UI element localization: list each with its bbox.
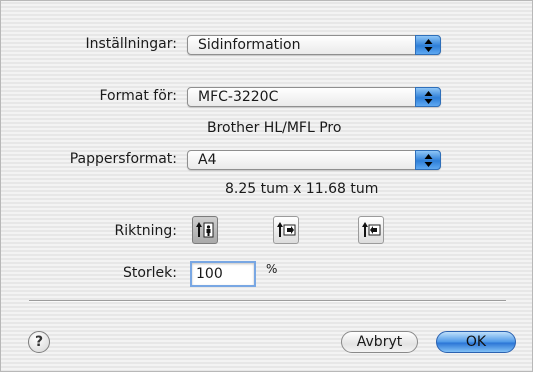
- settings-label: Inställningar:: [85, 36, 177, 52]
- paper-size-value: A4: [198, 152, 217, 168]
- scale-label: Storlek:: [122, 265, 177, 281]
- orientation-label: Riktning:: [114, 223, 177, 239]
- format-for-popup[interactable]: MFC-3220C: [187, 87, 441, 107]
- landscape-orientation-icon: [277, 222, 296, 237]
- ok-button[interactable]: OK: [436, 331, 516, 353]
- page-setup-dialog: Inställningar: Sidinformation Format för…: [0, 0, 533, 372]
- paper-dimensions: 8.25 tum x 11.68 tum: [225, 181, 379, 197]
- divider: [29, 300, 506, 302]
- scale-unit: %: [266, 262, 278, 276]
- orientation-landscape-reversed-button[interactable]: [358, 216, 384, 244]
- paper-size-popup[interactable]: A4: [187, 150, 441, 170]
- orientation-portrait-button[interactable]: [192, 216, 218, 244]
- scale-field[interactable]: [190, 261, 256, 287]
- format-for-label: Format för:: [99, 88, 177, 104]
- scale-input[interactable]: [192, 263, 256, 285]
- printer-description: Brother HL/MFL Pro: [207, 120, 342, 136]
- settings-value: Sidinformation: [198, 37, 301, 53]
- popup-arrows-icon: [415, 87, 441, 107]
- format-for-value: MFC-3220C: [198, 89, 279, 105]
- popup-arrows-icon: [415, 150, 441, 170]
- popup-arrows-icon: [415, 35, 441, 55]
- paper-size-label: Pappersformat:: [69, 151, 177, 167]
- orientation-landscape-button[interactable]: [273, 216, 299, 244]
- help-button[interactable]: ?: [28, 331, 50, 353]
- landscape-reversed-orientation-icon: [362, 222, 381, 237]
- portrait-orientation-icon: [196, 222, 214, 238]
- cancel-button[interactable]: Avbryt: [341, 331, 418, 353]
- settings-popup[interactable]: Sidinformation: [187, 35, 441, 55]
